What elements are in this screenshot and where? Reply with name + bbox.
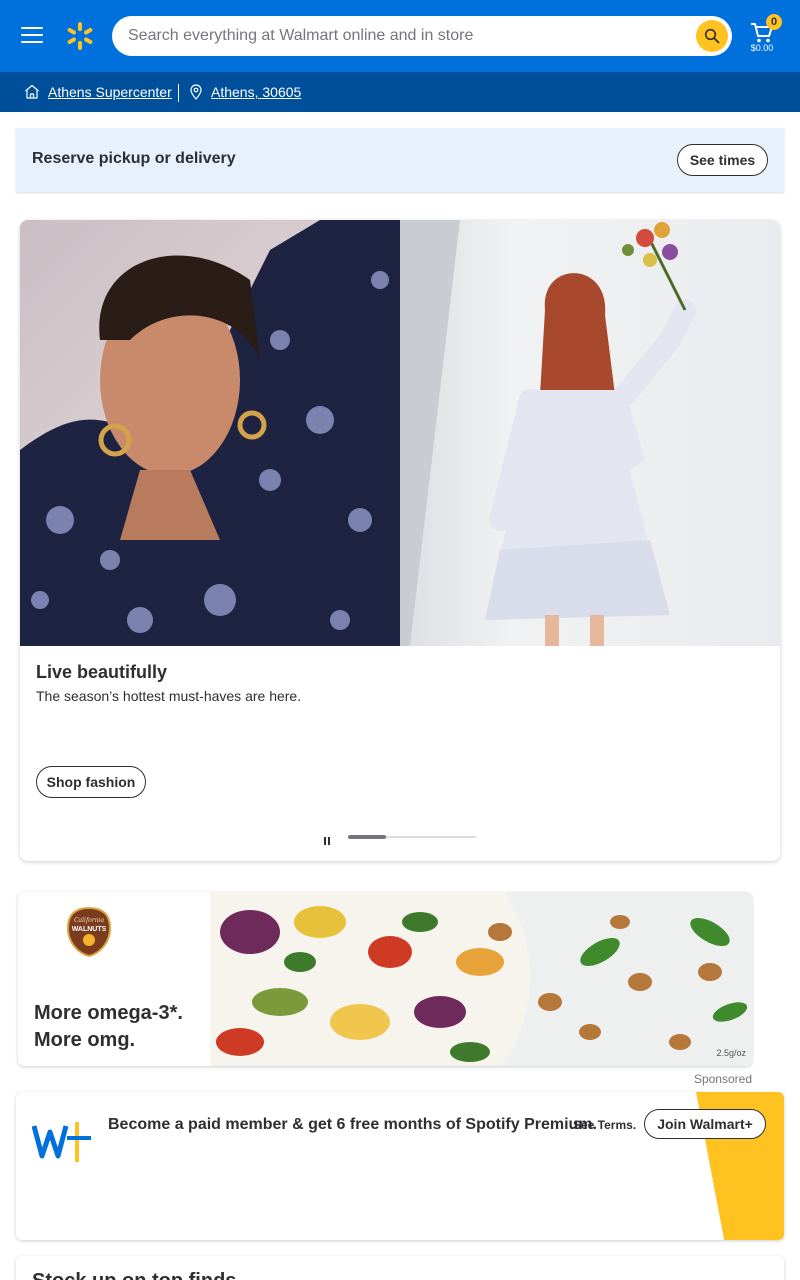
- see-terms-link[interactable]: See Terms.: [573, 1118, 636, 1132]
- cart-total: $0.00: [750, 43, 774, 53]
- ad-headline-line-1: More omega-3*.: [34, 1002, 183, 1024]
- reserve-pickup-banner: Reserve pickup or delivery See times: [16, 128, 784, 192]
- walmart-spark-logo[interactable]: [64, 20, 96, 52]
- zip-label: Athens, 30605: [211, 84, 302, 100]
- location-bar: Athens Supercenter Athens, 30605: [0, 72, 800, 112]
- cart-button[interactable]: 0 $0.00: [744, 14, 784, 58]
- search-button[interactable]: [696, 20, 728, 52]
- sponsored-ad[interactable]: California WALNUTS More omega-3*. More o…: [18, 892, 752, 1066]
- site-header: 0 $0.00: [0, 0, 800, 72]
- hero-carousel-card: Live beautifully The season’s hottest mu…: [20, 220, 780, 861]
- search-input[interactable]: [128, 16, 688, 56]
- zip-selector[interactable]: Athens, 30605: [189, 72, 301, 112]
- sponsored-label: Sponsored: [693, 1072, 752, 1086]
- store-icon: [25, 84, 39, 99]
- next-section-card: Stock up on top finds: [16, 1256, 784, 1280]
- menu-icon[interactable]: [18, 22, 46, 50]
- hero-title: Live beautifully: [36, 662, 168, 682]
- join-walmart-plus-button[interactable]: Join Walmart+: [644, 1109, 766, 1139]
- svg-text:WALNUTS: WALNUTS: [72, 926, 107, 933]
- location-pin-icon: [190, 84, 202, 100]
- see-times-button[interactable]: See times: [677, 144, 768, 176]
- hero-subtitle: The season’s hottest must-haves are here…: [36, 688, 302, 704]
- svg-text:California: California: [74, 917, 104, 924]
- location-divider: [178, 84, 179, 102]
- carousel-progress-fill: [348, 835, 387, 839]
- cart-count-badge: 0: [766, 14, 782, 30]
- pause-icon[interactable]: [324, 832, 334, 845]
- store-selector[interactable]: Athens Supercenter: [24, 72, 172, 112]
- hero-image-left-panel: [20, 220, 420, 646]
- hero-image[interactable]: [20, 220, 780, 646]
- search-bar: [112, 16, 732, 56]
- walmart-plus-text: Become a paid member & get 6 free months…: [108, 1116, 597, 1133]
- california-walnuts-logo: California WALNUTS: [66, 906, 112, 958]
- walmart-plus-logo: [31, 1112, 94, 1164]
- shop-fashion-button[interactable]: Shop fashion: [36, 766, 146, 798]
- ad-headline-line-2: More omg.: [34, 1029, 136, 1051]
- ad-food-image: 2.5g/oz: [210, 892, 752, 1066]
- next-section-title: Stock up on top finds: [32, 1270, 236, 1280]
- reserve-text: Reserve pickup or delivery: [32, 150, 236, 167]
- hero-image-right-panel: [400, 220, 780, 646]
- store-label: Athens Supercenter: [48, 84, 172, 100]
- carousel-progress-track: [348, 835, 476, 839]
- ad-headline: More omega-3*. More omg.: [34, 1000, 214, 1054]
- walmart-plus-promo: Become a paid member & get 6 free months…: [16, 1092, 784, 1240]
- ad-footnote: 2.5g/oz: [716, 1048, 746, 1058]
- search-icon: [704, 28, 720, 44]
